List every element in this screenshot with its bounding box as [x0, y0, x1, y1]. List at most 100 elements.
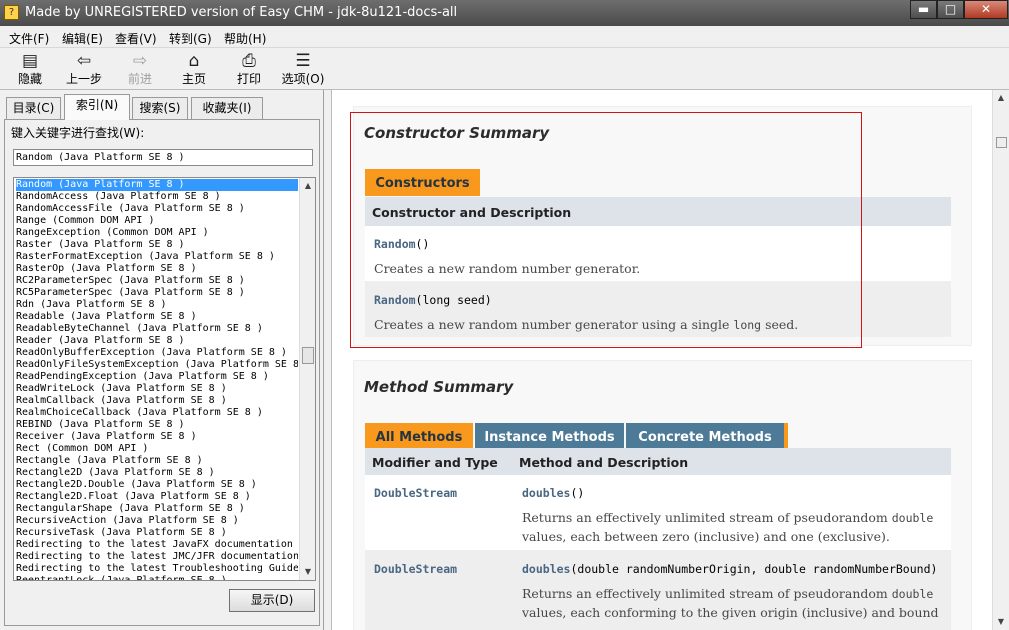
print-button[interactable]: ⎙ 打印: [223, 51, 275, 89]
index-list-item[interactable]: RandomAccess (Java Platform SE 8 ): [16, 191, 298, 203]
index-panel: 键入关键字进行查找(W): Random (Java Platform SE 8…: [4, 119, 320, 626]
home-button[interactable]: ⌂ 主页: [168, 51, 220, 89]
scrollbar-thumb[interactable]: [302, 347, 314, 364]
index-list-item[interactable]: Redirecting to the latest JMC/JFR docume…: [16, 551, 298, 563]
highlight-box: [350, 112, 862, 348]
index-list-item[interactable]: Readable (Java Platform SE 8 ): [16, 311, 298, 323]
tab-concrete-methods[interactable]: Concrete Methods: [626, 423, 784, 450]
minimize-button[interactable]: ▬: [910, 0, 937, 19]
index-list-item[interactable]: Raster (Java Platform SE 8 ): [16, 239, 298, 251]
index-list-item[interactable]: ReadWriteLock (Java Platform SE 8 ): [16, 383, 298, 395]
menu-file[interactable]: 文件(F): [9, 30, 49, 47]
index-list[interactable]: Random (Java Platform SE 8 ) RandomAccess…: [13, 177, 316, 581]
menu-help[interactable]: 帮助(H): [224, 30, 266, 47]
show-button[interactable]: 显示(D): [229, 589, 315, 612]
index-list-item[interactable]: RealmCallback (Java Platform SE 8 ): [16, 395, 298, 407]
table-row: DoubleStream doubles() Returns an effect…: [365, 475, 951, 550]
description-code: double: [891, 511, 934, 525]
menu-edit[interactable]: 编辑(E): [62, 30, 103, 47]
index-list-item[interactable]: RasterFormatException (Java Platform SE …: [16, 251, 298, 263]
return-type-link[interactable]: DoubleStream: [374, 486, 457, 500]
options-icon: ☰: [295, 51, 311, 71]
menu-bar: 文件(F) 编辑(E) 查看(V) 转到(G) 帮助(H): [0, 26, 1009, 48]
index-list-item[interactable]: REBIND (Java Platform SE 8 ): [16, 419, 298, 431]
hide-label: 隐藏: [17, 72, 42, 86]
index-list-item[interactable]: Reader (Java Platform SE 8 ): [16, 335, 298, 347]
method-link[interactable]: doubles: [522, 486, 570, 500]
hide-button[interactable]: ▤ 隐藏: [4, 51, 56, 89]
index-list-item[interactable]: ReadOnlyBufferException (Java Platform S…: [16, 347, 298, 359]
index-list-item[interactable]: RecursiveTask (Java Platform SE 8 ): [16, 527, 298, 539]
index-list-item[interactable]: Rdn (Java Platform SE 8 ): [16, 299, 298, 311]
tab-index[interactable]: 索引(N): [64, 94, 130, 120]
index-list-item[interactable]: Redirecting to the latest JavaFX documen…: [16, 539, 298, 551]
column-header-method: Method and Description: [519, 455, 689, 470]
index-list-item[interactable]: RasterOp (Java Platform SE 8 ): [16, 263, 298, 275]
index-list-item[interactable]: RealmChoiceCallback (Java Platform SE 8 …: [16, 407, 298, 419]
content-scrollbar[interactable]: ▲ ▼: [992, 90, 1009, 630]
index-list-item[interactable]: RC5ParameterSpec (Java Platform SE 8 ): [16, 287, 298, 299]
forward-button[interactable]: ⇨ 前进: [114, 51, 166, 89]
method-link[interactable]: doubles: [522, 562, 570, 576]
method-description-line2: values, each conforming to the given ori…: [522, 605, 939, 620]
index-list-item[interactable]: ReadableByteChannel (Java Platform SE 8 …: [16, 323, 298, 335]
maximize-button[interactable]: □: [937, 0, 964, 19]
index-list-item[interactable]: Rectangle (Java Platform SE 8 ): [16, 455, 298, 467]
scroll-up-icon[interactable]: ▲: [994, 91, 1008, 105]
tab-search[interactable]: 搜索(S): [132, 97, 188, 119]
home-label: 主页: [181, 72, 206, 86]
index-list-item[interactable]: RectangularShape (Java Platform SE 8 ): [16, 503, 298, 515]
back-button[interactable]: ⇦ 上一步: [58, 51, 110, 89]
close-button[interactable]: ✕: [964, 0, 1008, 19]
keyword-label: 键入关键字进行查找(W):: [11, 126, 145, 140]
index-list-item[interactable]: Rectangle2D.Double (Java Platform SE 8 ): [16, 479, 298, 491]
method-table-header: Modifier and Type Method and Description: [365, 448, 951, 475]
index-list-item[interactable]: Range (Common DOM API ): [16, 215, 298, 227]
index-list-item[interactable]: RangeException (Common DOM API ): [16, 227, 298, 239]
forward-arrow-icon: ⇨: [132, 51, 148, 71]
method-summary-heading: Method Summary: [364, 378, 514, 396]
column-header-type: Modifier and Type: [372, 455, 498, 470]
method-params: (double randomNumberOrigin, double rando…: [570, 562, 938, 576]
scroll-down-icon[interactable]: ▼: [994, 615, 1008, 629]
index-list-item[interactable]: Rectangle2D.Float (Java Platform SE 8 ): [16, 491, 298, 503]
keyword-search-input[interactable]: [13, 149, 313, 166]
tab-favorites[interactable]: 收藏夹(I): [191, 97, 263, 119]
index-list-item[interactable]: Rectangle2D (Java Platform SE 8 ): [16, 467, 298, 479]
index-list-item[interactable]: RandomAccessFile (Java Platform SE 8 ): [16, 203, 298, 215]
tab-contents[interactable]: 目录(C): [6, 97, 61, 119]
index-list-item[interactable]: Redirecting to the latest Troubleshootin…: [16, 563, 298, 575]
menu-goto[interactable]: 转到(G): [169, 30, 212, 47]
options-button[interactable]: ☰ 选项(O): [277, 51, 329, 89]
index-list-item[interactable]: ReentrantLock (Java Platform SE 8 ): [16, 575, 298, 580]
method-signature: doubles(): [522, 486, 584, 500]
printer-icon: ⎙: [242, 51, 256, 71]
forward-label: 前进: [127, 72, 152, 86]
menu-view[interactable]: 查看(V): [115, 30, 157, 47]
tab-instance-methods[interactable]: Instance Methods: [475, 423, 624, 450]
options-label: 选项(O): [281, 72, 325, 86]
index-list-item[interactable]: RecursiveAction (Java Platform SE 8 ): [16, 515, 298, 527]
description-code: double: [891, 587, 934, 601]
index-list-scrollbar[interactable]: ▲ ▼: [299, 178, 315, 580]
tab-all-methods[interactable]: All Methods: [365, 423, 473, 450]
method-description-line2: values, each between zero (inclusive) an…: [522, 529, 890, 544]
method-description-line1: Returns an effectively unlimited stream …: [522, 510, 933, 525]
table-row: DoubleStream doubles(double randomNumber…: [365, 550, 951, 630]
index-list-item[interactable]: RC2ParameterSpec (Java Platform SE 8 ): [16, 275, 298, 287]
title-bar: ? Made by UNREGISTERED version of Easy C…: [0, 0, 1009, 26]
index-list-item[interactable]: ReadPendingException (Java Platform SE 8…: [16, 371, 298, 383]
description-text: Returns an effectively unlimited stream …: [522, 586, 892, 601]
index-list-item[interactable]: Receiver (Java Platform SE 8 ): [16, 431, 298, 443]
home-icon: ⌂: [188, 51, 200, 71]
scroll-up-icon[interactable]: ▲: [301, 179, 315, 193]
method-description-line1: Returns an effectively unlimited stream …: [522, 586, 933, 601]
content-pane: Constructor Summary Constructors Constru…: [331, 90, 1009, 630]
method-params: (): [570, 486, 585, 500]
index-list-item[interactable]: ReadOnlyFileSystemException (Java Platfo…: [16, 359, 298, 371]
return-type-link[interactable]: DoubleStream: [374, 562, 457, 576]
index-list-item[interactable]: Rect (Common DOM API ): [16, 443, 298, 455]
scrollbar-thumb[interactable]: [996, 137, 1007, 148]
index-list-item[interactable]: Random (Java Platform SE 8 ): [16, 179, 298, 191]
scroll-down-icon[interactable]: ▼: [301, 565, 315, 579]
